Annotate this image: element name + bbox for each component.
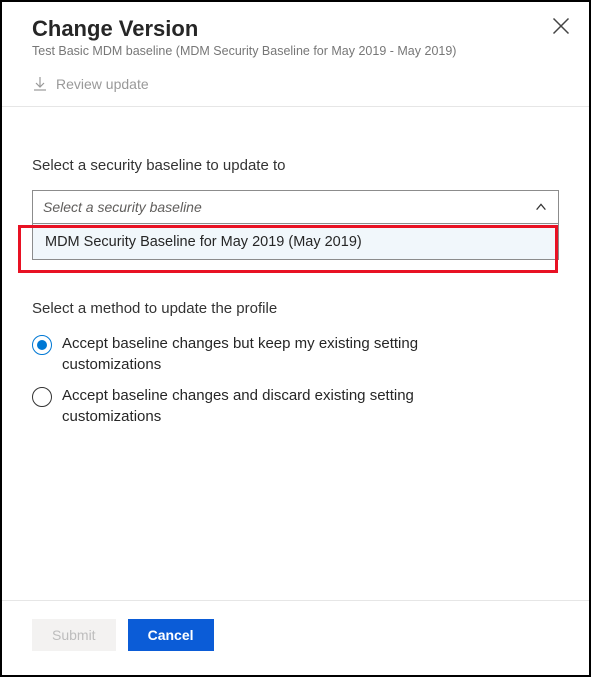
footer: Submit Cancel bbox=[2, 600, 589, 675]
change-version-panel: Change Version Test Basic MDM baseline (… bbox=[2, 2, 589, 675]
panel-subtitle: Test Basic MDM baseline (MDM Security Ba… bbox=[32, 44, 569, 58]
method-option-discard[interactable]: Accept baseline changes and discard exis… bbox=[32, 385, 559, 427]
chevron-up-icon bbox=[534, 200, 548, 214]
radio-unselected-icon bbox=[32, 387, 52, 407]
close-icon bbox=[551, 16, 571, 36]
method-option-discard-label: Accept baseline changes and discard exis… bbox=[62, 385, 492, 427]
baseline-option[interactable]: MDM Security Baseline for May 2019 (May … bbox=[32, 224, 559, 260]
method-section-label: Select a method to update the profile bbox=[32, 300, 559, 317]
panel-title: Change Version bbox=[32, 16, 569, 42]
baseline-dropdown[interactable]: Select a security baseline bbox=[32, 190, 559, 224]
method-option-keep-label: Accept baseline changes but keep my exis… bbox=[62, 333, 492, 375]
download-icon bbox=[32, 76, 48, 92]
radio-selected-icon bbox=[32, 335, 52, 355]
method-option-keep[interactable]: Accept baseline changes but keep my exis… bbox=[32, 333, 559, 375]
review-update-button[interactable]: Review update bbox=[2, 70, 589, 107]
baseline-section-label: Select a security baseline to update to bbox=[32, 157, 559, 174]
method-radio-group: Accept baseline changes but keep my exis… bbox=[32, 333, 559, 427]
submit-button: Submit bbox=[32, 619, 116, 651]
close-button[interactable] bbox=[551, 16, 571, 36]
content-area: Select a security baseline to update to … bbox=[2, 107, 589, 600]
review-update-label: Review update bbox=[56, 76, 149, 92]
dropdown-placeholder: Select a security baseline bbox=[43, 199, 534, 215]
method-section: Select a method to update the profile Ac… bbox=[32, 300, 559, 427]
cancel-button[interactable]: Cancel bbox=[128, 619, 214, 651]
baseline-option-label: MDM Security Baseline for May 2019 (May … bbox=[45, 234, 362, 250]
panel-header: Change Version Test Basic MDM baseline (… bbox=[2, 2, 589, 70]
